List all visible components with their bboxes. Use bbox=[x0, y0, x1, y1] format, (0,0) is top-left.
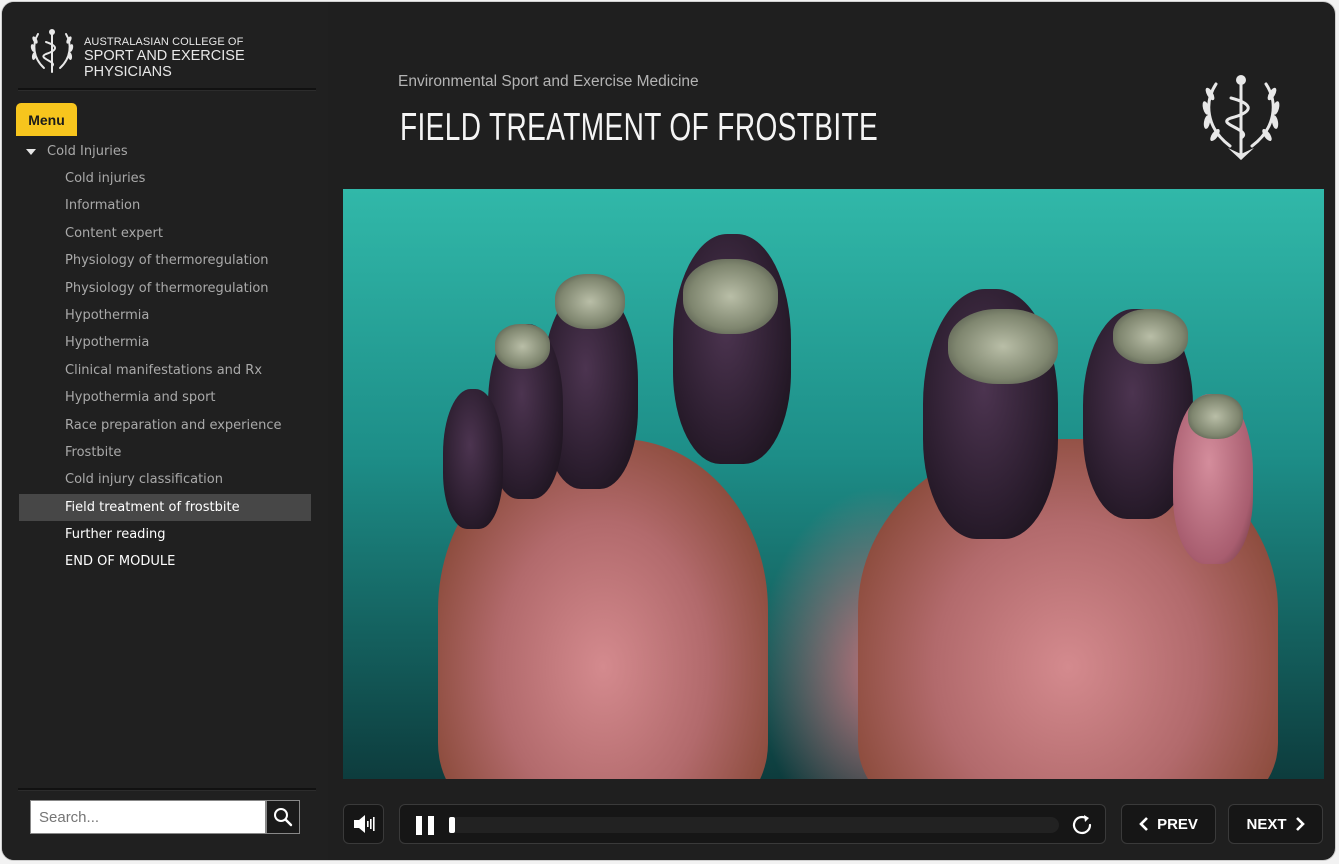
menu-item[interactable]: Further reading bbox=[19, 521, 311, 548]
search-button[interactable] bbox=[266, 800, 300, 834]
menu-list: Cold Injuries Cold injuries Information … bbox=[19, 138, 311, 576]
menu-item[interactable]: Hypothermia bbox=[19, 302, 311, 329]
menu-section-cold-injuries[interactable]: Cold Injuries bbox=[19, 138, 311, 165]
menu-item[interactable]: Physiology of thermoregulation bbox=[19, 247, 311, 274]
pause-icon[interactable] bbox=[416, 816, 434, 835]
menu-item[interactable]: END OF MODULE bbox=[19, 548, 311, 575]
menu-item[interactable]: Cold injuries bbox=[19, 165, 311, 192]
chevron-right-icon bbox=[1295, 817, 1305, 831]
toenail bbox=[495, 324, 550, 369]
progress-fill bbox=[449, 817, 455, 833]
menu-item[interactable]: Frostbite bbox=[19, 439, 311, 466]
course-name: Environmental Sport and Exercise Medicin… bbox=[398, 73, 699, 90]
sidebar: AUSTRALASIAN COLLEGE OF SPORT AND EXERCI… bbox=[2, 2, 328, 860]
toenail bbox=[683, 259, 778, 334]
prev-button[interactable]: PREV bbox=[1121, 804, 1216, 844]
frostbite-photo bbox=[343, 189, 1324, 779]
menu-section-label: Cold Injuries bbox=[47, 144, 128, 159]
toe bbox=[443, 389, 503, 529]
menu-item[interactable]: Hypothermia and sport bbox=[19, 384, 311, 411]
volume-icon bbox=[353, 815, 375, 833]
search-input[interactable] bbox=[30, 800, 266, 834]
volume-button[interactable] bbox=[343, 804, 384, 844]
menu-item[interactable]: Race preparation and experience bbox=[19, 412, 311, 439]
college-logo: AUSTRALASIAN COLLEGE OF SPORT AND EXERCI… bbox=[28, 26, 318, 80]
toenail bbox=[1188, 394, 1243, 439]
menu-item[interactable]: Content expert bbox=[19, 220, 311, 247]
menu-item[interactable]: Cold injury classification bbox=[19, 466, 311, 493]
next-button[interactable]: NEXT bbox=[1228, 804, 1323, 844]
toenail bbox=[555, 274, 625, 329]
progress-track[interactable] bbox=[449, 817, 1059, 833]
divider bbox=[18, 88, 316, 90]
menu-item[interactable]: Hypothermia bbox=[19, 329, 311, 356]
menu-tab[interactable]: Menu bbox=[16, 103, 77, 136]
menu-item-active[interactable]: Field treatment of frostbite bbox=[19, 493, 311, 522]
caduceus-logo-icon bbox=[30, 29, 74, 73]
menu-item[interactable]: Physiology of thermoregulation bbox=[19, 275, 311, 302]
divider bbox=[18, 788, 316, 790]
replay-icon[interactable] bbox=[1070, 813, 1094, 837]
next-label: NEXT bbox=[1246, 815, 1287, 833]
toenail bbox=[1113, 309, 1188, 364]
prev-label: PREV bbox=[1157, 815, 1198, 833]
page-title: FIELD TREATMENT OF FROSTBITE bbox=[400, 106, 879, 149]
caduceus-emblem-icon bbox=[1202, 75, 1280, 160]
menu-item[interactable]: Clinical manifestations and Rx bbox=[19, 357, 311, 384]
app-window: AUSTRALASIAN COLLEGE OF SPORT AND EXERCI… bbox=[2, 2, 1335, 860]
org-name-line2: SPORT AND EXERCISE PHYSICIANS bbox=[84, 48, 245, 80]
seekbar bbox=[399, 804, 1106, 844]
org-name-line1: AUSTRALASIAN COLLEGE OF bbox=[84, 36, 244, 48]
toenail bbox=[948, 309, 1058, 384]
menu-item[interactable]: Information bbox=[19, 192, 311, 219]
caret-down-icon[interactable] bbox=[26, 149, 36, 155]
search-icon bbox=[274, 808, 293, 827]
chevron-left-icon bbox=[1139, 817, 1148, 831]
